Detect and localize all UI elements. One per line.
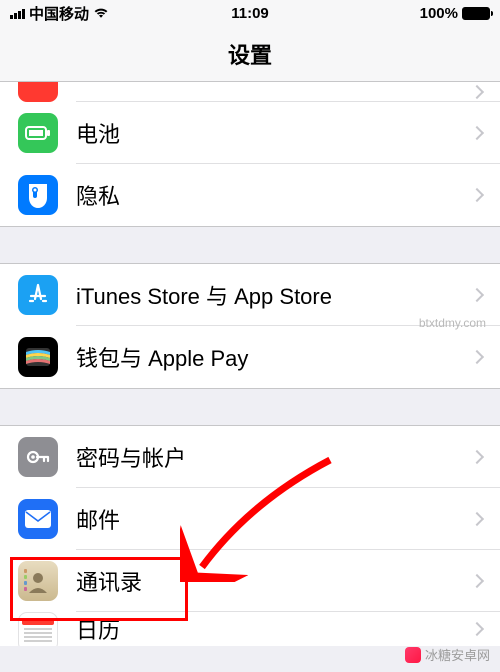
signal-icon (10, 7, 25, 19)
chevron-right-icon (470, 350, 484, 364)
contacts-icon (18, 561, 58, 601)
row-label: 隐私 (76, 179, 472, 211)
settings-group-0: 电池 隐私 (0, 82, 500, 227)
group-spacer (0, 389, 500, 425)
privacy-icon (18, 175, 58, 215)
row-label: 日历 (76, 613, 472, 645)
calendar-icon (18, 612, 58, 646)
chevron-right-icon (470, 126, 484, 140)
battery-settings-icon (18, 113, 58, 153)
settings-group-2: 密码与帐户 邮件 通讯录 日历 (0, 425, 500, 646)
settings-row-privacy[interactable]: 隐私 (0, 164, 500, 226)
settings-row-mail[interactable]: 邮件 (0, 488, 500, 550)
status-bar: 中国移动 11:09 100% (0, 0, 500, 26)
settings-row-passwords[interactable]: 密码与帐户 (0, 426, 500, 488)
mail-icon (18, 499, 58, 539)
battery-pct: 100% (420, 5, 458, 22)
watermark-brand: 冰糖安卓网 (405, 645, 490, 664)
carrier-label: 中国移动 (29, 3, 89, 24)
settings-row-calendar[interactable]: 日历 (0, 612, 500, 646)
status-right: 100% (420, 5, 490, 22)
chevron-right-icon (470, 574, 484, 588)
watermark-logo-icon (405, 647, 421, 663)
settings-row-prev[interactable] (0, 82, 500, 102)
generic-icon (18, 82, 58, 102)
row-label: 通讯录 (76, 565, 472, 597)
status-left: 中国移动 (10, 3, 109, 24)
chevron-right-icon (470, 450, 484, 464)
row-label: 钱包与 Apple Pay (76, 341, 472, 373)
row-label: 电池 (76, 117, 472, 149)
watermark-url: btxtdmy.com (419, 316, 486, 330)
chevron-right-icon (470, 622, 484, 636)
row-label: iTunes Store 与 App Store (76, 279, 472, 311)
status-time: 11:09 (231, 5, 269, 22)
wallet-icon (18, 337, 58, 377)
chevron-right-icon (470, 288, 484, 302)
chevron-right-icon (470, 512, 484, 526)
page-title: 设置 (0, 26, 500, 82)
settings-row-wallet[interactable]: 钱包与 Apple Pay (0, 326, 500, 388)
wifi-icon (93, 7, 109, 19)
appstore-icon (18, 275, 58, 315)
row-label: 邮件 (76, 503, 472, 535)
chevron-right-icon (470, 188, 484, 202)
row-label: 密码与帐户 (76, 441, 472, 473)
key-icon (18, 437, 58, 477)
watermark-brand-text: 冰糖安卓网 (425, 645, 490, 664)
settings-row-battery[interactable]: 电池 (0, 102, 500, 164)
settings-row-contacts[interactable]: 通讯录 (0, 550, 500, 612)
chevron-right-icon (470, 85, 484, 99)
battery-icon (462, 7, 490, 20)
group-spacer (0, 227, 500, 263)
